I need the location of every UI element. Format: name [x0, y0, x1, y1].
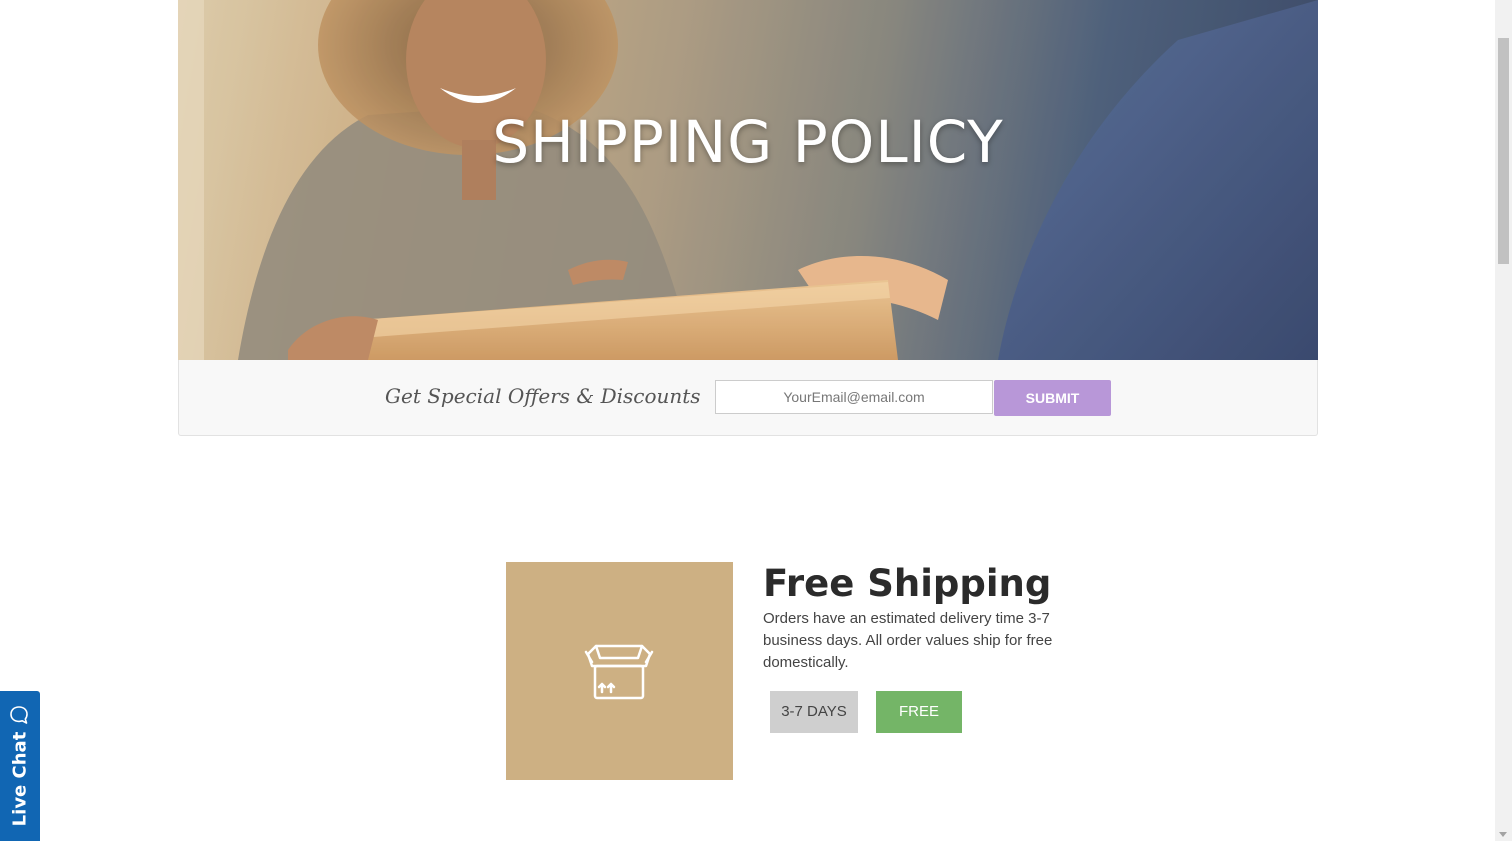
page-title: SHIPPING POLICY	[492, 108, 1004, 176]
hero-banner: SHIPPING POLICY	[178, 0, 1318, 360]
hero-image	[178, 0, 1318, 360]
shipping-title: Free Shipping	[763, 562, 1052, 605]
newsletter-bar: Get Special Offers & Discounts SUBMIT	[178, 360, 1318, 436]
chat-bubble-icon	[10, 706, 28, 724]
submit-button[interactable]: SUBMIT	[994, 380, 1111, 416]
page-scrollbar[interactable]	[1495, 0, 1512, 841]
email-field[interactable]	[715, 380, 993, 414]
delivery-days-badge: 3-7 DAYS	[770, 691, 858, 733]
shipping-image	[506, 562, 733, 780]
shipping-description: Orders have an estimated delivery time 3…	[763, 610, 1053, 671]
live-chat-label: Live Chat	[9, 731, 31, 827]
free-price-badge: FREE	[876, 691, 962, 733]
box-icon	[584, 644, 654, 700]
scrollbar-thumb[interactable]	[1498, 38, 1509, 264]
live-chat-button[interactable]: Live Chat	[0, 691, 40, 841]
scroll-down-arrow-icon[interactable]	[1499, 832, 1507, 837]
newsletter-label: Get Special Offers & Discounts	[385, 384, 701, 408]
page: SHIPPING POLICY Get Special Offers & Dis…	[0, 0, 1512, 841]
